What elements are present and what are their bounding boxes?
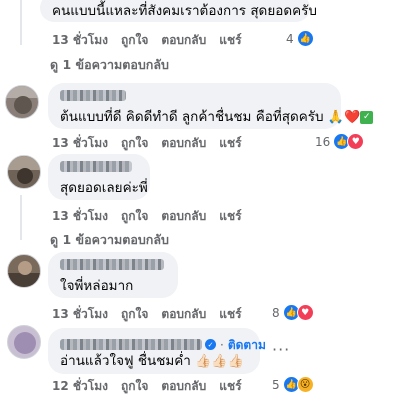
thumbs-up-emoji: 👍🏻 — [211, 354, 228, 369]
pray-emoji: 🙏 — [327, 110, 345, 125]
share-button[interactable]: แชร์ — [219, 31, 241, 50]
comment-actions: 13 ชั่วโมง ถูกใจ ตอบกลับ แชร์ — [52, 207, 242, 226]
avatar[interactable] — [7, 155, 41, 189]
reply-button[interactable]: ตอบกลับ — [161, 377, 206, 396]
comment-time[interactable]: 12 ชั่วโมง — [52, 377, 108, 396]
comment-bubble: ✓ · ติดตาม อ่านแล้วใจฟู ชื่นชมค่ำ 👍🏻👍🏻👍🏻 — [48, 328, 266, 374]
separator-dot: · — [220, 338, 224, 352]
comment-text: คนแบบนี้แหละที่สังคมเราต้องการ สุดยอดครั… — [52, 3, 317, 19]
comment-text-body: ต้นแบบที่ดี คิดดีทำดี ลูกค้าชื่นชม คือที… — [60, 109, 324, 125]
reply-button[interactable]: ตอบกลับ — [161, 305, 206, 324]
verified-badge-icon: ✓ — [205, 339, 216, 350]
like-button[interactable]: ถูกใจ — [121, 31, 148, 50]
author-name-redacted[interactable] — [60, 259, 164, 270]
more-options-icon[interactable]: ··· — [272, 340, 290, 359]
author-name-redacted[interactable] — [60, 90, 126, 101]
view-replies-link[interactable]: ดู 1 ข้อความตอบกลับ — [50, 55, 169, 75]
like-button[interactable]: ถูกใจ — [121, 134, 148, 153]
reaction-summary[interactable]: 8 👍 ♥ — [272, 304, 314, 321]
comment-actions: 12 ชั่วโมง ถูกใจ ตอบกลับ แชร์ — [52, 377, 242, 396]
share-button[interactable]: แชร์ — [219, 207, 241, 226]
like-reaction-icon: 👍 — [296, 30, 314, 47]
comment-time[interactable]: 13 ชั่วโมง — [52, 31, 108, 50]
like-button[interactable]: ถูกใจ — [121, 207, 148, 226]
comment-bubble: ใจพี่หล่อมาก — [48, 252, 178, 298]
comment-text-body: อ่านแล้วใจฟู ชื่นชมค่ำ — [60, 353, 191, 369]
reaction-summary[interactable]: 16 👍 ♥ — [315, 133, 365, 150]
reply-button[interactable]: ตอบกลับ — [161, 207, 206, 226]
comment-text: ต้นแบบที่ดี คิดดีทำดี ลูกค้าชื่นชม คือที… — [60, 108, 374, 127]
reaction-summary[interactable]: 5 👍 😮 — [272, 376, 314, 393]
comment-text: ใจพี่หล่อมาก — [60, 278, 134, 294]
wow-reaction-icon: 😮 — [296, 376, 314, 393]
heart-emoji: ❤️ — [344, 110, 361, 125]
reply-button[interactable]: ตอบกลับ — [161, 134, 206, 153]
avatar[interactable] — [5, 85, 39, 119]
thread-line — [20, 195, 22, 240]
thumbs-up-emoji: 👍🏻 — [195, 354, 212, 369]
reaction-count: 5 — [272, 377, 280, 392]
avatar[interactable] — [7, 325, 41, 359]
share-button[interactable]: แชร์ — [219, 134, 241, 153]
reaction-summary[interactable]: 4 👍 — [286, 30, 314, 47]
author-name-redacted[interactable] — [60, 161, 132, 172]
comment-actions: 13 ชั่วโมง ถูกใจ ตอบกลับ แชร์ — [52, 305, 242, 324]
love-reaction-icon: ♥ — [347, 133, 365, 150]
avatar[interactable] — [7, 254, 41, 288]
reaction-count: 16 — [315, 134, 331, 149]
share-button[interactable]: แชร์ — [219, 377, 241, 396]
like-button[interactable]: ถูกใจ — [121, 305, 148, 324]
comment-bubble: คนแบบนี้แหละที่สังคมเราต้องการ สุดยอดครั… — [40, 0, 317, 22]
thumbs-up-emoji: 👍🏻 — [227, 354, 244, 369]
comment: คนแบบนี้แหละที่สังคมเราต้องการ สุดยอดครั… — [0, 0, 415, 47]
love-reaction-icon: ♥ — [296, 304, 314, 321]
view-replies-link[interactable]: ดู 1 ข้อความตอบกลับ — [50, 230, 169, 250]
comment-bubble: ต้นแบบที่ดี คิดดีทำดี ลูกค้าชื่นชม คือที… — [48, 83, 374, 129]
author-name-redacted[interactable] — [60, 339, 202, 350]
comment-time[interactable]: 13 ชั่วโมง — [52, 305, 108, 324]
comment-actions: 13 ชั่วโมง ถูกใจ ตอบกลับ แชร์ — [52, 31, 242, 50]
comment-time[interactable]: 13 ชั่วโมง — [52, 134, 108, 153]
reply-button[interactable]: ตอบกลับ — [161, 31, 206, 50]
follow-button[interactable]: ติดตาม — [228, 338, 266, 352]
comment-text: สุดยอดเลยค่ะพี่ — [60, 180, 148, 196]
share-button[interactable]: แชร์ — [219, 305, 241, 324]
like-button[interactable]: ถูกใจ — [121, 377, 148, 396]
reaction-count: 8 — [272, 305, 280, 320]
comment-text: อ่านแล้วใจฟู ชื่นชมค่ำ 👍🏻👍🏻👍🏻 — [60, 352, 248, 371]
check-emoji: ✓ — [360, 110, 374, 124]
reaction-count: 4 — [286, 31, 294, 46]
comment-bubble: สุดยอดเลยค่ะพี่ — [48, 154, 150, 200]
comment-actions: 13 ชั่วโมง ถูกใจ ตอบกลับ แชร์ — [52, 134, 242, 153]
comment-time[interactable]: 13 ชั่วโมง — [52, 207, 108, 226]
